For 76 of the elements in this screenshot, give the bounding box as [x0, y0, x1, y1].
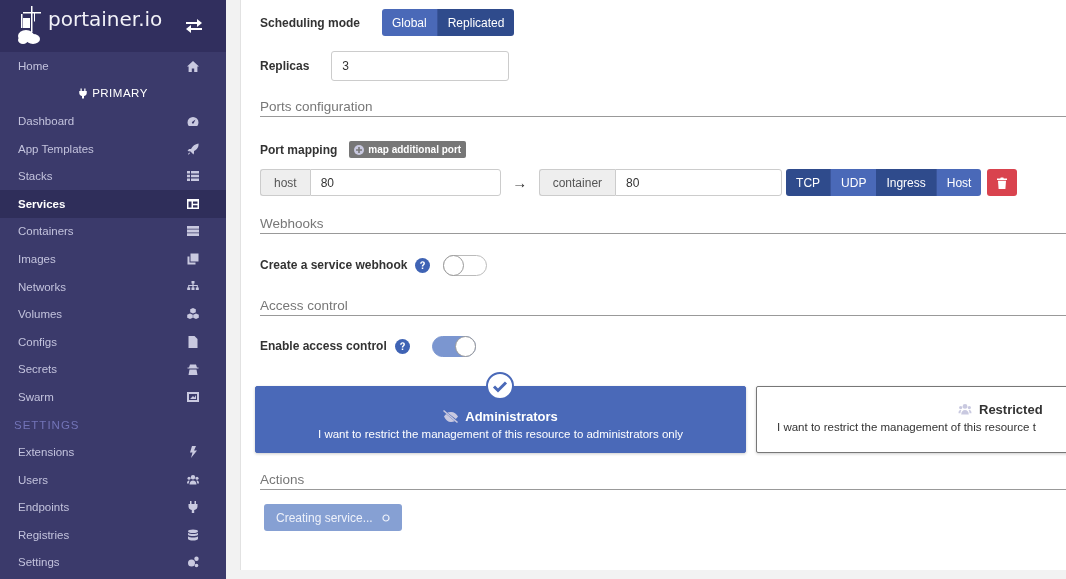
gauge-icon: [187, 115, 199, 127]
section-heading: SETTINGS: [14, 418, 80, 431]
toggle-button[interactable]: Host: [936, 169, 982, 196]
window-icon: [187, 197, 199, 210]
database-icon: [187, 528, 199, 541]
toggle-button[interactable]: UDP: [831, 169, 877, 196]
delete-button[interactable]: [987, 169, 1018, 196]
checkmark-icon: [486, 372, 514, 400]
toggle-button[interactable]: TCP: [786, 169, 832, 196]
option-description: I want to restrict the management of this resource to administrators only: [318, 427, 683, 440]
replicas-input[interactable]: 3: [331, 51, 510, 81]
plug-icon: [78, 87, 89, 99]
bolt-icon: [187, 446, 199, 459]
field-label: Create a service webhook: [260, 258, 408, 272]
sidebar-item[interactable]: Endpoints: [0, 493, 226, 522]
section-title: Ports configuration: [260, 99, 1066, 117]
add-port-button[interactable]: map additional port: [349, 141, 467, 158]
sidebar-item[interactable]: Images: [0, 245, 226, 273]
sidebar-item[interactable]: Registries: [0, 521, 226, 549]
sidebar-item[interactable]: App Templates: [0, 134, 226, 163]
server-icon: [187, 225, 199, 238]
input-addon: container: [538, 169, 616, 196]
sidebar-item[interactable]: Networks: [0, 272, 226, 301]
port-input[interactable]: 80: [309, 169, 501, 196]
copy-icon: [187, 252, 199, 265]
section-title: Access control: [260, 298, 1066, 316]
field-label: Scheduling mode: [260, 15, 360, 30]
option-title: Administrators: [465, 408, 558, 424]
toggle-button[interactable]: Global: [382, 9, 438, 36]
list-icon: [187, 170, 199, 183]
field-label: Port mapping: [260, 142, 338, 157]
users-icon: [187, 473, 199, 486]
trash-icon: [997, 176, 1008, 189]
field-label: Replicas: [260, 59, 310, 73]
option-title: Restricted: [979, 401, 1043, 417]
help-icon: [394, 338, 410, 354]
rocket-icon: [187, 142, 199, 155]
toggle-button[interactable]: Ingress: [876, 169, 937, 196]
port-input[interactable]: 80: [615, 169, 783, 196]
spinner-icon: [381, 513, 390, 522]
option-description: I want to restrict the management of this resource t: [777, 420, 1036, 433]
sidebar-item[interactable]: Containers: [0, 217, 226, 246]
toggle-switch[interactable]: [443, 254, 488, 276]
sidebar-item[interactable]: Home: [0, 52, 226, 80]
help-icon: [415, 257, 431, 273]
logo-text: portainer.io: [48, 7, 163, 31]
section-title: Actions: [260, 472, 1066, 490]
file-icon: [187, 335, 199, 348]
eye-slash-icon: [443, 409, 460, 423]
swap-arrows-icon: [186, 19, 202, 33]
toggle-switch[interactable]: [431, 335, 476, 357]
sitemap-icon: [187, 280, 199, 293]
sidebar-item[interactable]: Services: [0, 189, 226, 218]
sidebar-item[interactable]: Dashboard: [0, 107, 226, 135]
cubes-icon: [187, 308, 199, 321]
sidebar-item[interactable]: Extensions: [0, 438, 226, 466]
input-addon: host: [260, 169, 310, 196]
sidebar-item[interactable]: Users: [0, 465, 226, 494]
sidebar-item[interactable]: Settings: [0, 548, 226, 577]
endpoint-heading: PRIMARY: [92, 87, 148, 100]
access-option-card[interactable]: Administrators I want to restrict the management of this resource to administrators only: [255, 386, 746, 453]
home-icon: [187, 59, 199, 72]
field-label: Enable access control: [260, 339, 387, 353]
sidebar-item[interactable]: Secrets: [0, 355, 226, 384]
toggle-button[interactable]: Replicated: [437, 9, 515, 36]
plus-circle-icon: [354, 144, 365, 155]
access-option-card[interactable]: Restricted I want to restrict the management of this resource t: [756, 386, 1066, 453]
section-title: Webhooks: [260, 216, 1066, 234]
sidebar-item[interactable]: Stacks: [0, 162, 226, 190]
plug-icon: [187, 501, 199, 514]
sidebar-item[interactable]: Volumes: [0, 300, 226, 328]
arrow-glyph: →: [511, 174, 529, 191]
frame-icon: [187, 390, 199, 403]
users-icon: [957, 402, 973, 416]
sidebar-item[interactable]: Configs: [0, 327, 226, 356]
sidebar-item[interactable]: Swarm: [0, 383, 226, 411]
